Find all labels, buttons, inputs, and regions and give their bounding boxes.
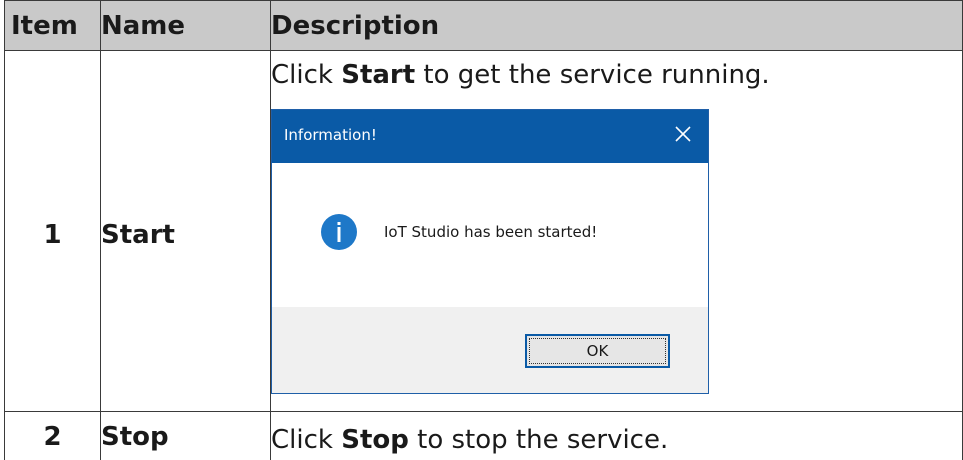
desc-pre: Click [271, 425, 342, 455]
desc-post: to stop the service. [408, 425, 669, 455]
ok-button-label: OK [529, 338, 666, 364]
header-description: Description [270, 0, 963, 51]
description-text: Click Stop to stop the service. [271, 422, 962, 458]
ok-button[interactable]: OK [525, 334, 670, 368]
item-name: Start [100, 50, 271, 412]
table-header-row: Item Name Description [4, 0, 963, 51]
desc-bold: Start [341, 60, 416, 90]
dialog-message: IoT Studio has been started! [384, 223, 598, 241]
item-number: 2 [4, 411, 101, 460]
header-item: Item [4, 0, 101, 51]
item-description: Click Stop to stop the service. [270, 411, 963, 460]
info-icon [320, 213, 358, 251]
table-row: 1 Start Click Start to get the service r… [4, 50, 963, 412]
close-icon[interactable] [672, 122, 694, 144]
description-text: Click Start to get the service running. [271, 51, 962, 93]
dialog-title: Information! [284, 126, 377, 144]
desc-bold: Stop [341, 425, 409, 455]
item-number: 1 [4, 50, 101, 412]
desc-post: to get the service running. [415, 60, 770, 90]
description-table: Item Name Description 1 Start Click Star… [4, 0, 963, 460]
information-dialog: Information! IoT Studio has been started… [271, 109, 709, 394]
dialog-titlebar: Information! [272, 110, 708, 163]
dialog-body: IoT Studio has been started! [272, 163, 708, 308]
item-name: Stop [100, 411, 271, 460]
table-row: 2 Stop Click Stop to stop the service. [4, 411, 963, 460]
desc-pre: Click [271, 60, 342, 90]
header-name: Name [100, 0, 271, 51]
item-description: Click Start to get the service running. … [270, 50, 963, 412]
dialog-footer: OK [272, 307, 708, 393]
